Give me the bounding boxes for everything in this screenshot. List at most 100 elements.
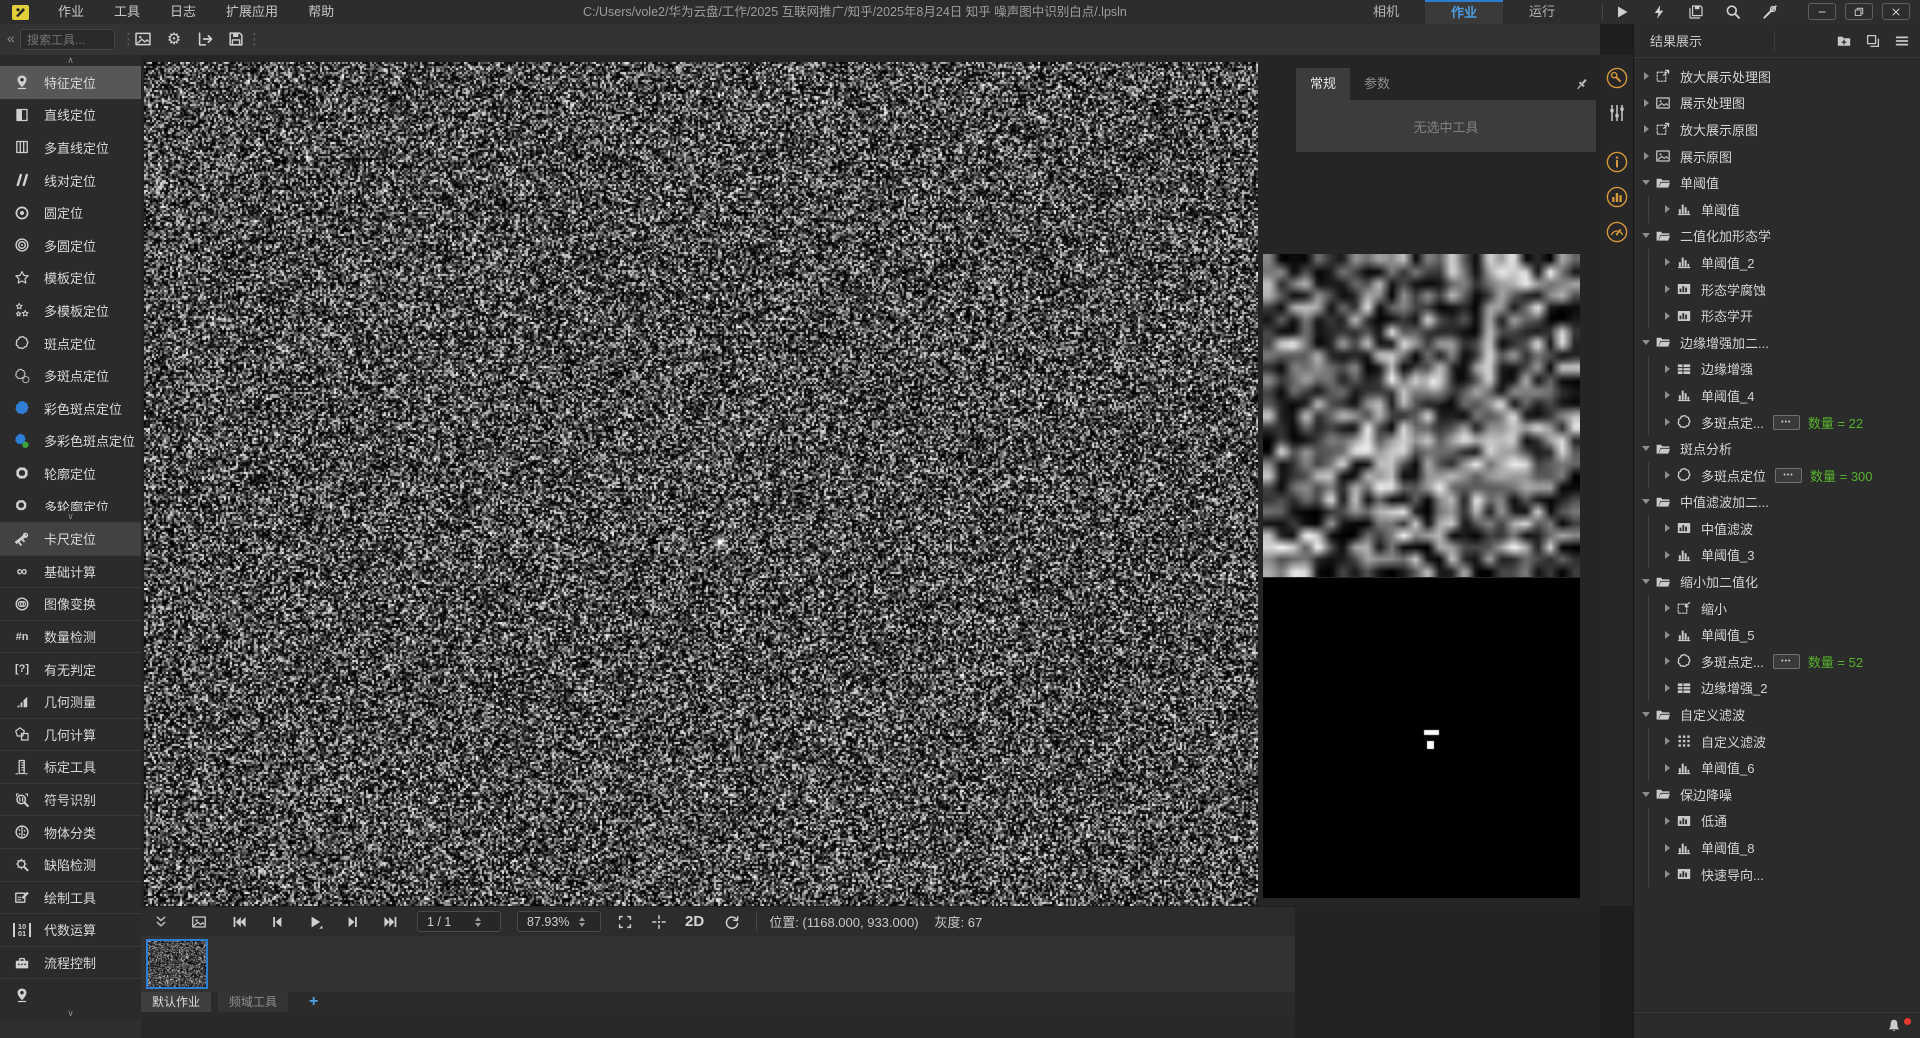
tree-item[interactable]: 多斑点定...•••数量 = 52 — [1634, 648, 1920, 675]
job-tab-1[interactable]: 默认作业 — [141, 992, 211, 1012]
tree-group[interactable]: 保边降噪 — [1634, 781, 1920, 808]
sidebar-item[interactable]: 圆定位 — [0, 196, 141, 229]
tree-item[interactable]: 单阈值_5 — [1634, 621, 1920, 648]
image-viewport[interactable]: 常规参数 无选中工具 — [141, 55, 1600, 906]
sidebar-item[interactable]: 多彩色斑点定位 — [0, 425, 141, 458]
tree-group[interactable]: 缩小加二值化 — [1634, 568, 1920, 595]
image-source-icon[interactable] — [191, 914, 207, 930]
tree-item[interactable]: 单阈值_2 — [1634, 249, 1920, 276]
notification-bell-icon[interactable] — [1886, 1018, 1902, 1034]
item-options-button[interactable]: ••• — [1775, 468, 1802, 483]
export-icon[interactable] — [196, 30, 214, 48]
chevron-right-icon[interactable] — [1660, 817, 1674, 825]
tree-item[interactable]: 展示处理图 — [1634, 90, 1920, 117]
list-menu-icon[interactable] — [1894, 33, 1910, 49]
sliders-icon[interactable] — [1606, 102, 1628, 124]
mode-tab-2[interactable]: 作业 — [1425, 0, 1503, 24]
spinner-arrows-icon[interactable] — [461, 917, 495, 927]
sidebar-item[interactable]: 轮廓定位 — [0, 457, 141, 490]
grip-handle[interactable]: ⋮ — [247, 29, 262, 50]
menu-5[interactable]: 帮助 — [293, 0, 349, 24]
sidebar-item[interactable]: 绘制工具 — [0, 881, 141, 914]
chevron-down-icon[interactable] — [1639, 446, 1653, 451]
sidebar-item[interactable]: 多斑点定位 — [0, 359, 141, 392]
tree-item[interactable]: 边缘增强_2 — [1634, 675, 1920, 702]
sidebar-item[interactable]: 多圆定位 — [0, 229, 141, 262]
no-tool-icon[interactable] — [1762, 4, 1778, 20]
save-all-icon[interactable] — [1688, 4, 1704, 20]
tree-item[interactable]: 中值滤波 — [1634, 515, 1920, 542]
tree-item[interactable]: 边缘增强 — [1634, 356, 1920, 383]
scroll-down-icon[interactable]: ∨ — [0, 511, 141, 522]
tree-item[interactable]: 自定义滤波 — [1634, 728, 1920, 755]
sidebar-item[interactable]: 斑点定位 — [0, 327, 141, 360]
go-first-icon[interactable] — [231, 914, 247, 930]
sidebar-item[interactable]: 几何测量 — [0, 685, 141, 718]
sidebar-item[interactable]: 1001代数运算 — [0, 913, 141, 946]
sidebar-item[interactable]: 多模板定位 — [0, 294, 141, 327]
fit-screen-icon[interactable] — [617, 914, 633, 930]
chevron-right-icon[interactable] — [1660, 764, 1674, 772]
chevron-down-icon[interactable] — [1639, 233, 1653, 238]
tree-item[interactable]: 单阈值_3 — [1634, 542, 1920, 569]
tree-item[interactable]: 多斑点定位•••数量 = 300 — [1634, 462, 1920, 489]
sidebar-item[interactable]: 特征定位 — [0, 66, 141, 99]
search-icon[interactable] — [1725, 4, 1741, 20]
chevron-down-icon[interactable] — [1639, 499, 1653, 504]
item-options-button[interactable]: ••• — [1773, 654, 1800, 669]
sidebar-item[interactable]: 缺陷检测 — [0, 848, 141, 881]
mode-tab-3[interactable]: 运行 — [1503, 0, 1581, 24]
menu-2[interactable]: 工具 — [99, 0, 155, 24]
sidebar-item[interactable]: #n数量检测 — [0, 620, 141, 653]
chevron-right-icon[interactable] — [1660, 551, 1674, 559]
save-icon[interactable] — [227, 30, 245, 48]
sidebar-item[interactable]: 卡尺定位 — [0, 522, 141, 555]
sidebar-item[interactable]: [?]有无判定 — [0, 652, 141, 685]
play-icon[interactable] — [307, 914, 323, 930]
sidebar-collapse-button[interactable]: « — [7, 30, 15, 46]
chevron-right-icon[interactable] — [1660, 258, 1674, 266]
sidebar-item[interactable]: 符号识别 — [0, 783, 141, 816]
chevron-right-icon[interactable] — [1660, 737, 1674, 745]
2d-mode-button[interactable]: 2D — [685, 913, 704, 930]
tree-item[interactable]: 快速导向... — [1634, 861, 1920, 888]
chevron-right-icon[interactable] — [1660, 870, 1674, 878]
chevron-right-icon[interactable] — [1639, 72, 1653, 80]
open-image-icon[interactable] — [134, 30, 152, 48]
chevron-right-icon[interactable] — [1660, 205, 1674, 213]
chevron-down-icon[interactable] — [1639, 340, 1653, 345]
chevron-right-icon[interactable] — [1639, 99, 1653, 107]
image-thumbnail[interactable] — [146, 939, 208, 989]
chevron-right-icon[interactable] — [1660, 471, 1674, 479]
sidebar-item[interactable]: 几何计算 — [0, 718, 141, 751]
sidebar-item[interactable]: 标定工具 — [0, 750, 141, 783]
tree-item[interactable]: 放大展示原图 — [1634, 116, 1920, 143]
menu-3[interactable]: 日志 — [155, 0, 211, 24]
search-input[interactable] — [20, 29, 115, 50]
zoom-preview-image[interactable] — [1263, 254, 1580, 577]
add-job-tab-button[interactable]: + — [309, 992, 318, 1012]
properties-tab-1[interactable]: 常规 — [1296, 68, 1350, 100]
center-crosshair-icon[interactable] — [651, 914, 667, 930]
sidebar-item[interactable]: 彩色斑点定位 — [0, 392, 141, 425]
tree-group[interactable]: 中值滤波加二... — [1634, 489, 1920, 516]
item-options-button[interactable]: ••• — [1773, 415, 1800, 430]
tree-item[interactable]: 单阈值_4 — [1634, 382, 1920, 409]
chevron-right-icon[interactable] — [1660, 604, 1674, 612]
tree-item[interactable]: 形态学腐蚀 — [1634, 276, 1920, 303]
chart-icon[interactable] — [1606, 186, 1628, 208]
sidebar-item[interactable]: 多轮廓定位 — [0, 490, 141, 511]
zoom-spinner[interactable]: 87.93% — [517, 911, 601, 932]
collapse-panel-icon[interactable] — [153, 914, 169, 930]
tree-group[interactable]: 自定义滤波 — [1634, 701, 1920, 728]
tree-item[interactable]: 单阈值_6 — [1634, 754, 1920, 781]
scroll-up-icon[interactable]: ∧ — [0, 55, 141, 66]
tree-item[interactable]: 形态学开 — [1634, 302, 1920, 329]
chevron-right-icon[interactable] — [1660, 844, 1674, 852]
chevron-right-icon[interactable] — [1660, 285, 1674, 293]
run-icon[interactable] — [1614, 4, 1630, 20]
tree-item[interactable]: 缩小 — [1634, 595, 1920, 622]
sidebar-item[interactable]: 图像变换 — [0, 587, 141, 620]
chevron-right-icon[interactable] — [1639, 125, 1653, 133]
sidebar-item[interactable]: 多直线定位 — [0, 131, 141, 164]
